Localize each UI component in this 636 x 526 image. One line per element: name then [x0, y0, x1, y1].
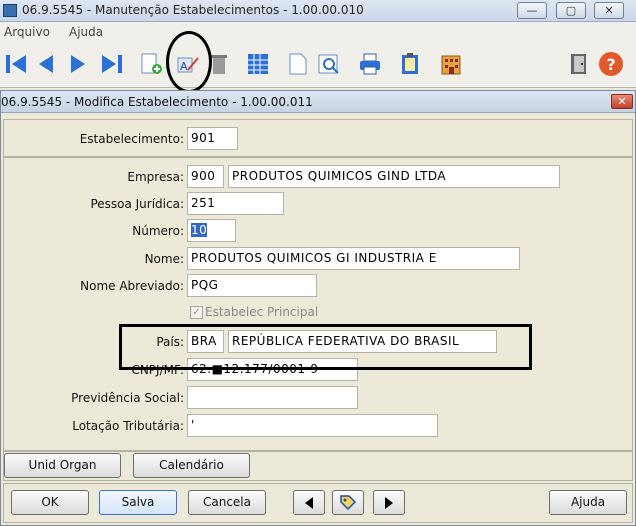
previous-record-button[interactable]	[32, 50, 60, 78]
menu-arquivo[interactable]: Arquivo	[4, 25, 50, 39]
tag-search-icon	[340, 495, 357, 511]
prev-arrow-icon	[305, 497, 313, 509]
delete-record-button[interactable]	[205, 50, 233, 78]
print-icon	[360, 53, 380, 75]
modify-establishment-dialog: 06.9.5545 - Modifica Estabelecimento - 1…	[0, 90, 636, 526]
estabelecimento-label: Estabelecimento:	[79, 132, 184, 146]
nome-abreviado-field[interactable]: PQG	[187, 274, 317, 297]
calendar-grid-button[interactable]	[244, 50, 272, 78]
preview-icon	[318, 54, 339, 74]
next-icon	[71, 55, 85, 73]
cnpj-value: 62.■12.177/0001-9	[191, 362, 319, 376]
close-window-button[interactable]: ✕	[594, 2, 624, 19]
document-button[interactable]	[284, 50, 312, 78]
secondary-buttons-panel: Unid Organ Calendário	[3, 451, 633, 481]
lotacao-tributaria-label: Lotação Tributária:	[72, 419, 184, 433]
pais-name-field[interactable]: REPÚBLICA FEDERATIVA DO BRASIL	[228, 330, 497, 353]
estabelec-principal-label: Estabelec Principal	[205, 305, 319, 319]
empresa-code-field[interactable]: 900	[187, 165, 224, 188]
exit-door-icon	[571, 54, 586, 74]
pessoa-juridica-field[interactable]: 251	[187, 192, 284, 215]
calendario-button[interactable]: Calendário	[133, 453, 250, 478]
next-arrow-icon	[385, 497, 393, 509]
establishment-panel: Estabelecimento: 901	[3, 119, 633, 157]
delete-icon	[211, 55, 227, 74]
previdencia-social-field[interactable]	[187, 386, 358, 409]
edit-record-button[interactable]: A	[174, 50, 202, 78]
nome-label: Nome:	[144, 252, 184, 266]
last-icon	[102, 55, 122, 73]
main-window-titlebar: 06.9.5545 - Manutenção Estabelecimentos …	[0, 0, 636, 22]
menu-bar: Arquivo Ajuda	[0, 22, 636, 44]
lotacao-tributaria-field[interactable]: '	[187, 414, 438, 437]
estabelecimento-field[interactable]: 901	[187, 127, 238, 150]
numero-selected-text: 10	[191, 223, 208, 237]
exit-button[interactable]	[565, 50, 593, 78]
clipboard-icon	[402, 53, 418, 74]
app-icon	[3, 4, 17, 17]
empresa-name-field[interactable]: PRODUTOS QUIMICOS GIND LTDA	[228, 165, 560, 188]
main-window-title: 06.9.5545 - Manutenção Estabelecimentos …	[22, 3, 364, 17]
document-icon	[289, 53, 307, 75]
prev-button[interactable]	[293, 490, 325, 515]
svg-text:A: A	[180, 60, 188, 73]
first-icon	[6, 55, 26, 73]
dialog-close-button[interactable]: ✕	[611, 94, 633, 109]
building-icon	[441, 55, 461, 75]
dialog-titlebar: 06.9.5545 - Modifica Estabelecimento - 1…	[1, 91, 635, 113]
pais-label: País:	[156, 335, 184, 349]
nome-field[interactable]: PRODUTOS QUIMICOS GI INDUSTRIA E	[187, 247, 520, 270]
unid-organ-button[interactable]: Unid Organ	[4, 453, 121, 478]
new-icon	[141, 53, 162, 74]
preview-button[interactable]	[315, 50, 343, 78]
last-record-button[interactable]	[98, 50, 126, 78]
clipboard-button[interactable]	[396, 50, 424, 78]
menu-ajuda[interactable]: Ajuda	[69, 25, 103, 39]
calendar-grid-icon	[248, 54, 268, 74]
new-record-button[interactable]	[137, 50, 165, 78]
maximize-button[interactable]: ▢	[556, 2, 586, 19]
details-panel: Empresa: 900 PRODUTOS QUIMICOS GIND LTDA…	[3, 157, 633, 451]
action-buttons-panel: OK Salva Cancela Ajuda	[3, 483, 633, 523]
numero-field[interactable]: 10	[187, 219, 236, 242]
empresa-label: Empresa:	[127, 170, 184, 184]
cancela-button[interactable]: Cancela	[188, 490, 266, 515]
svg-text:?: ?	[607, 55, 616, 74]
dialog-title: 06.9.5545 - Modifica Estabelecimento - 1…	[1, 95, 313, 109]
numero-label: Número:	[132, 224, 184, 238]
ajuda-button[interactable]: Ajuda	[549, 490, 627, 515]
estabelec-principal-checkbox[interactable]: ✓	[190, 306, 203, 319]
ok-button[interactable]: OK	[11, 490, 89, 515]
pais-code-field[interactable]: BRA	[187, 330, 224, 353]
next-record-button[interactable]	[64, 50, 92, 78]
help-icon: ?	[599, 52, 623, 76]
previdencia-social-label: Previdência Social:	[71, 391, 184, 405]
next-button[interactable]	[373, 490, 405, 515]
pessoa-juridica-label: Pessoa Jurídica:	[90, 197, 184, 211]
search-tag-button[interactable]	[332, 490, 364, 515]
previous-icon	[39, 55, 53, 73]
nome-abreviado-label: Nome Abreviado:	[80, 279, 184, 293]
establishment-button[interactable]	[437, 50, 465, 78]
edit-icon: A	[177, 57, 199, 73]
help-button[interactable]: ?	[597, 50, 625, 78]
cnpj-label: CNPJ/MF:	[131, 363, 184, 377]
toolbar: A ?	[0, 44, 636, 88]
salva-button[interactable]: Salva	[99, 490, 177, 515]
first-record-button[interactable]	[2, 50, 30, 78]
print-button[interactable]	[356, 50, 384, 78]
minimize-button[interactable]: —	[517, 2, 547, 19]
cnpj-field[interactable]: 62.■12.177/0001-9	[187, 358, 358, 381]
